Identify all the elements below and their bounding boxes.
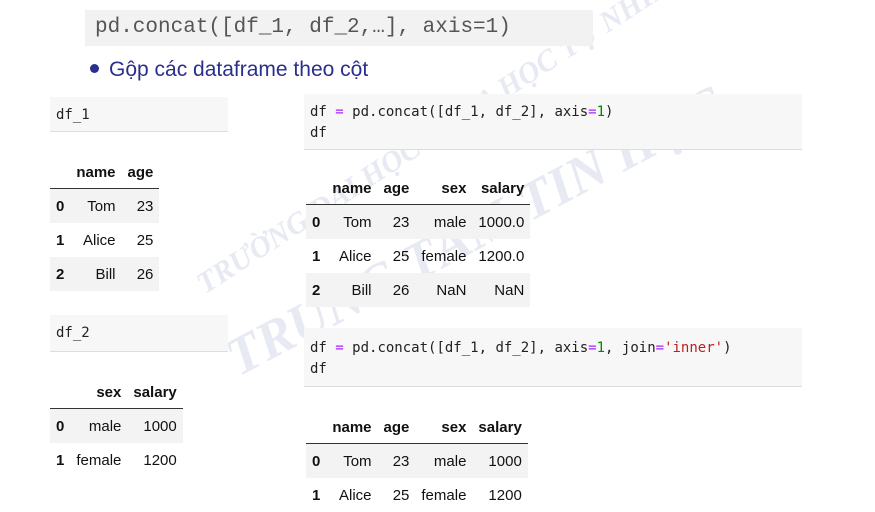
table-cell: 26 (377, 273, 416, 307)
table-cell: 1 (56, 231, 65, 249)
col-header (306, 411, 327, 444)
bullet-icon (90, 63, 99, 73)
table-cell: Alice (339, 247, 372, 265)
table-cell: Tom (326, 443, 378, 478)
inner-concat-code-cell[interactable]: df = pd.concat([df_1, df_2], axis=1, joi… (304, 328, 802, 387)
col-header (306, 172, 327, 205)
table-row: 1 Alice 25 female 1200.0 (306, 239, 530, 273)
df1-code-cell[interactable]: df_1 (50, 97, 228, 132)
table-row: 2 Bill 26 NaN NaN (306, 273, 531, 307)
inner-result-table: name age sex salary 0 Tom 23 male 1000 1 Alice 25… (306, 411, 528, 512)
table-cell: 1000.0 (472, 204, 531, 239)
table-row: 1 Alice 25 (50, 223, 159, 257)
table-cell: 1 (56, 451, 65, 469)
table-cell: 25 (392, 247, 410, 265)
table-cell: NaN (415, 273, 473, 307)
table-cell: 1200 (143, 451, 177, 469)
table-cell: 0 (50, 188, 71, 223)
table-cell: NaN (472, 273, 531, 307)
df2-code-cell[interactable]: df_2 (50, 315, 228, 352)
table-row: 1 female 1200 (50, 443, 183, 477)
table-cell: 2 (306, 273, 327, 307)
table-cell: female (421, 247, 467, 265)
table-cell: Bill (326, 273, 378, 307)
table-cell: Alice (83, 231, 116, 249)
table-cell: 0 (306, 443, 327, 478)
table-cell: Tom (326, 204, 378, 239)
table-row: 0 Tom 23 (50, 188, 160, 223)
table-cell: male (415, 443, 473, 478)
table-cell: Bill (70, 257, 122, 291)
outer-result-table: name age sex salary 0 Tom 23 male 1000.0 1 Alice… (306, 172, 531, 307)
col-header (50, 156, 71, 189)
table-cell: 1 (312, 247, 321, 265)
table-cell: Tom (70, 188, 122, 223)
table-cell: 25 (392, 486, 410, 504)
table-row: 1 Alice 25 female 1200 (306, 478, 528, 512)
concat-syntax-code: pd.concat([df_1, df_2,…], axis=1) (85, 10, 593, 46)
col-header: age (377, 172, 416, 205)
col-header: salary (472, 172, 531, 205)
table-cell: 23 (377, 204, 416, 239)
table-row: 2 Bill 26 (50, 257, 160, 291)
col-header: name (70, 156, 122, 189)
col-header (50, 376, 71, 409)
df1-table: name age 0 Tom 23 1 Alice 25 2 Bill 26 (50, 156, 160, 291)
table-cell: 0 (50, 408, 71, 443)
table-cell: 1000 (472, 443, 528, 478)
table-cell: female (76, 451, 122, 469)
table-cell: 2 (50, 257, 71, 291)
table-cell: female (421, 486, 467, 504)
col-header: age (377, 411, 416, 444)
table-cell: 23 (121, 188, 160, 223)
table-cell: 1000 (127, 408, 183, 443)
table-cell: 25 (136, 231, 154, 249)
col-header: sex (70, 376, 128, 409)
col-header: salary (127, 376, 183, 409)
col-header: sex (415, 172, 473, 205)
col-header: name (326, 411, 378, 444)
bullet-point: Gộp các dataframe theo cột (90, 56, 368, 84)
table-cell: 1 (312, 486, 321, 504)
col-header: name (326, 172, 378, 205)
table-cell: 1200.0 (478, 247, 525, 265)
table-cell: Alice (339, 486, 372, 504)
table-cell: 26 (121, 257, 160, 291)
table-cell: 23 (377, 443, 416, 478)
table-cell: 1200 (488, 486, 522, 504)
table-row: 0 male 1000 (50, 408, 183, 443)
table-row: 0 Tom 23 male 1000 (306, 443, 528, 478)
outer-concat-code-cell[interactable]: df = pd.concat([df_1, df_2], axis=1) df (304, 94, 802, 150)
df2-table: sex salary 0 male 1000 1 female 1200 (50, 376, 183, 477)
table-cell: male (415, 204, 473, 239)
col-header: salary (472, 411, 528, 444)
table-cell: male (70, 408, 128, 443)
bullet-text: Gộp các dataframe theo cột (109, 58, 369, 81)
table-cell: 0 (306, 204, 327, 239)
table-row: 0 Tom 23 male 1000.0 (306, 204, 531, 239)
col-header: sex (415, 411, 473, 444)
col-header: age (121, 156, 160, 189)
